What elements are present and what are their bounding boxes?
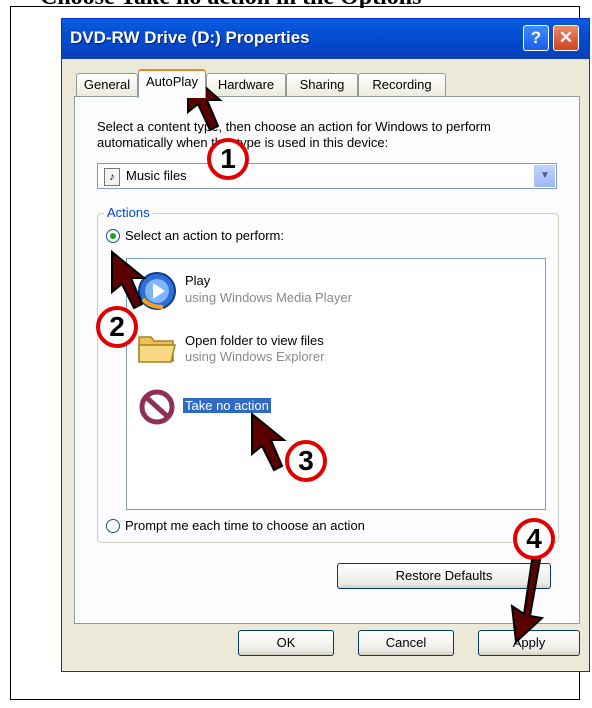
close-button[interactable]: ✕ <box>553 25 579 51</box>
cancel-button[interactable]: Cancel <box>358 630 454 656</box>
tab-recording[interactable]: Recording <box>358 73 446 97</box>
annotation-badge-3: 3 <box>285 440 327 482</box>
tab-autoplay[interactable]: AutoPlay <box>138 69 206 98</box>
ok-button[interactable]: OK <box>238 630 334 656</box>
list-item-subtitle: using Windows Media Player <box>185 290 352 305</box>
title-bar[interactable]: DVD-RW Drive (D:) Properties ? ✕ <box>62 19 589 59</box>
select-action-radio[interactable] <box>106 229 120 243</box>
prompt-label: Prompt me each time to choose an action <box>125 518 365 533</box>
content-type-value: Music files <box>126 168 187 183</box>
annotation-badge-1: 1 <box>207 138 249 180</box>
autoplay-panel: Select a content type, then choose an ac… <box>74 96 580 624</box>
prompt-radio[interactable] <box>106 519 120 533</box>
no-action-icon <box>139 389 175 425</box>
actions-legend: Actions <box>104 205 153 220</box>
tab-sharing[interactable]: Sharing <box>286 73 358 97</box>
actions-group: Actions Select an action to perform: Pla… <box>97 205 559 543</box>
annotation-badge-2: 2 <box>96 306 138 348</box>
help-button[interactable]: ? <box>523 25 549 51</box>
annotation-badge-4: 4 <box>513 518 555 560</box>
select-action-label: Select an action to perform: <box>125 228 284 243</box>
chevron-down-icon[interactable]: ▼ <box>534 165 555 187</box>
content-type-dropdown[interactable]: ♪ Music files ▼ <box>97 163 557 189</box>
tab-general[interactable]: General <box>76 73 138 97</box>
list-item-title: Open folder to view files <box>185 333 324 348</box>
window-title: DVD-RW Drive (D:) Properties <box>70 28 310 47</box>
list-item-title: Play <box>185 273 211 288</box>
instruction-text: Select a content type, then choose an ac… <box>97 119 491 150</box>
action-list[interactable]: Play using Windows Media Player Open fol… <box>126 258 546 510</box>
annotation-arrow-4 <box>510 559 545 645</box>
list-item-subtitle: using Windows Explorer <box>185 349 325 364</box>
music-file-icon: ♪ <box>104 168 120 186</box>
folder-icon <box>138 336 176 363</box>
page-heading: Choose Take no action in the Options <box>40 0 560 8</box>
